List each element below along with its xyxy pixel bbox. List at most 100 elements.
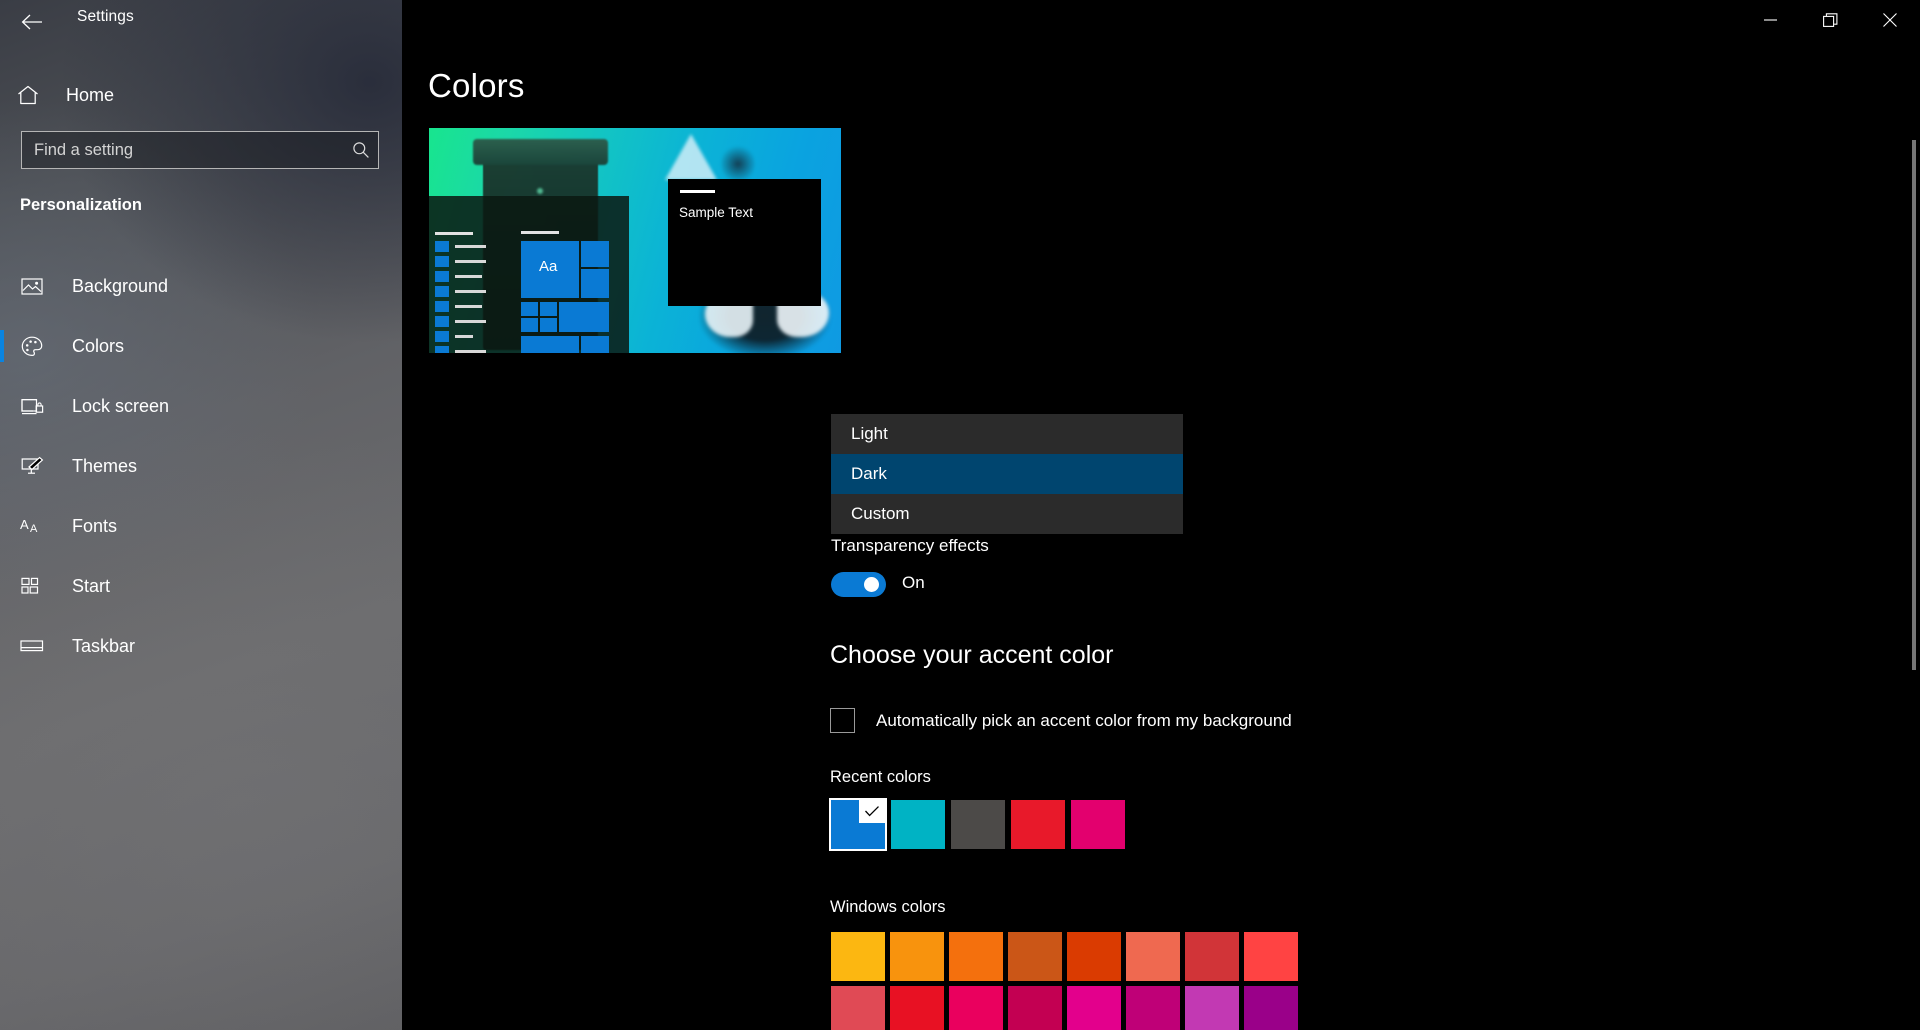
windows-color-swatch[interactable] (1244, 932, 1298, 981)
windows-color-swatch[interactable] (831, 932, 885, 981)
windows-color-swatch[interactable] (1126, 986, 1180, 1030)
windows-color-swatch[interactable] (1244, 986, 1298, 1030)
sidebar-item-lock-screen[interactable]: Lock screen (0, 376, 402, 436)
preview-tile-wide (559, 302, 609, 332)
window-controls (1740, 0, 1920, 40)
preview-app-icon (435, 286, 449, 297)
preview-app-icon (435, 301, 449, 312)
dropdown-option-light[interactable]: Light (831, 414, 1183, 454)
recent-colors-label: Recent colors (830, 768, 931, 786)
sidebar-item-home[interactable]: Home (0, 73, 402, 117)
window-title: Settings (77, 8, 134, 25)
search-input[interactable] (22, 140, 344, 160)
preview-app-icon (435, 331, 449, 342)
windows-color-swatch[interactable] (890, 986, 944, 1030)
sidebar-item-label: Start (72, 575, 111, 596)
preview-app-label (455, 320, 486, 323)
preview-divider (521, 231, 559, 234)
preview-tile-wide (521, 336, 579, 353)
auto-pick-accent-row[interactable]: Automatically pick an accent color from … (830, 708, 1292, 733)
sidebar-home-label: Home (66, 84, 115, 105)
sidebar-item-label: Colors (72, 335, 125, 356)
preview-tile-small (581, 336, 609, 353)
preview-app-label (455, 245, 486, 248)
start-tiles-icon (18, 577, 46, 595)
transparency-label: Transparency effects (831, 536, 989, 555)
recent-color-swatch[interactable] (1071, 800, 1125, 849)
search-icon[interactable] (344, 141, 378, 159)
sidebar: Settings Home Personalization (0, 0, 402, 1030)
windows-color-swatch[interactable] (949, 932, 1003, 981)
recent-color-swatch[interactable] (829, 798, 887, 851)
sidebar-item-label: Taskbar (72, 635, 136, 656)
preview-app-label (455, 260, 486, 263)
page-title: Colors (428, 67, 525, 104)
sidebar-nav-list: Background Colors Lock screen Themes A A… (0, 256, 402, 676)
sidebar-titlebar: Settings (0, 0, 402, 44)
image-icon (18, 277, 46, 296)
preview-sample-text: Sample Text (679, 205, 754, 220)
preview-app-label (455, 275, 482, 278)
transparency-toggle[interactable] (831, 572, 886, 597)
sidebar-item-themes[interactable]: Themes (0, 436, 402, 496)
sidebar-item-label: Themes (72, 455, 138, 476)
windows-color-swatch[interactable] (1126, 932, 1180, 981)
sidebar-item-fonts[interactable]: A A Fonts (0, 496, 402, 556)
preview-app-label (455, 335, 473, 338)
settings-window: Settings Home Personalization (0, 0, 1920, 1030)
main-content: Colors Aa Sample Text Light Dark Custom … (402, 0, 1920, 1030)
preview-app-icon (435, 316, 449, 327)
preview-tile-mini (540, 302, 557, 316)
sidebar-item-colors[interactable]: Colors (0, 316, 402, 376)
preview-app-icon (435, 241, 449, 252)
windows-color-swatch[interactable] (890, 932, 944, 981)
sidebar-item-taskbar[interactable]: Taskbar (0, 616, 402, 676)
preview-sample-window: Sample Text (668, 179, 821, 306)
preview-tile-mini (521, 318, 538, 332)
preview-tile-mini (540, 318, 557, 332)
windows-color-swatch[interactable] (831, 986, 885, 1030)
check-icon (859, 800, 885, 823)
preview-app-label (455, 305, 482, 308)
windows-color-swatch[interactable] (1185, 932, 1239, 981)
transparency-state-label: On (902, 573, 925, 592)
recent-color-swatch[interactable] (891, 800, 945, 849)
auto-pick-accent-label: Automatically pick an accent color from … (876, 710, 1292, 730)
vertical-scrollbar[interactable] (1912, 140, 1916, 670)
themes-brush-icon (18, 456, 46, 476)
theme-preview: Aa Sample Text (429, 128, 841, 353)
search-box[interactable] (21, 131, 379, 169)
preview-window-titlebar (680, 190, 715, 193)
preview-app-label (455, 350, 486, 353)
recent-color-swatch[interactable] (951, 800, 1005, 849)
windows-color-swatch[interactable] (1008, 986, 1062, 1030)
windows-color-swatch[interactable] (949, 986, 1003, 1030)
svg-text:A: A (20, 517, 29, 532)
minimize-icon[interactable] (1740, 0, 1800, 40)
sidebar-item-background[interactable]: Background (0, 256, 402, 316)
auto-pick-accent-checkbox[interactable] (830, 708, 855, 733)
windows-color-swatch[interactable] (1185, 986, 1239, 1030)
windows-color-swatch[interactable] (1067, 932, 1121, 981)
lock-screen-icon (18, 397, 46, 416)
windows-color-swatch[interactable] (1067, 986, 1121, 1030)
dropdown-option-custom[interactable]: Custom (831, 494, 1183, 534)
sidebar-section-header: Personalization (20, 196, 142, 214)
preview-wallpaper-shape-a (665, 134, 717, 180)
recent-color-swatch[interactable] (1011, 800, 1065, 849)
sidebar-item-start[interactable]: Start (0, 556, 402, 616)
windows-colors-grid (831, 932, 1298, 1030)
palette-icon (18, 336, 46, 357)
color-mode-dropdown[interactable]: Light Dark Custom (831, 414, 1183, 534)
home-icon (16, 83, 40, 107)
restore-icon[interactable] (1800, 0, 1860, 40)
dropdown-option-dark[interactable]: Dark (831, 454, 1183, 494)
recent-colors-grid (829, 798, 1125, 851)
close-icon[interactable] (1860, 0, 1920, 40)
preview-app-icon (435, 271, 449, 282)
preview-tile-mini (521, 302, 538, 316)
back-arrow-icon[interactable] (12, 4, 52, 40)
windows-color-swatch[interactable] (1008, 932, 1062, 981)
preview-app-icon (435, 256, 449, 267)
sidebar-item-label: Background (72, 275, 169, 296)
